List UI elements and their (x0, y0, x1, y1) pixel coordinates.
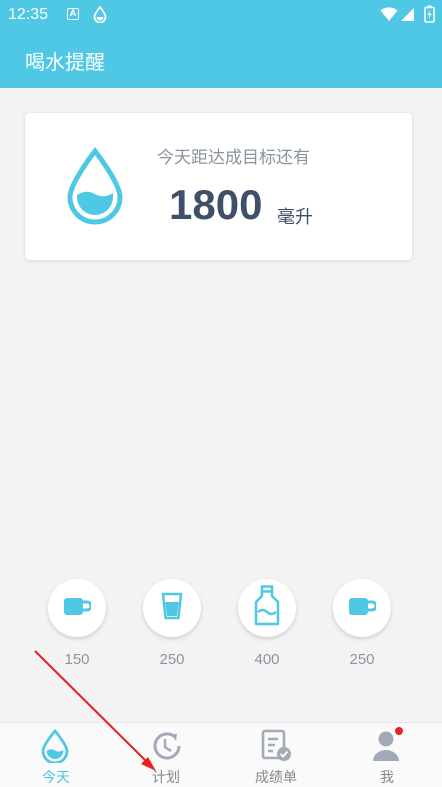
cup-icon (348, 595, 378, 621)
bottom-nav: 今天 计划 成绩单 我 (0, 722, 442, 787)
status-time: 12:35 (8, 6, 49, 23)
bottle-icon (253, 585, 281, 631)
battery-icon (424, 5, 435, 27)
report-icon (260, 729, 294, 767)
water-drop-icon (40, 728, 70, 767)
goal-amount: 1800 (169, 181, 263, 228)
notification-badge (395, 727, 403, 735)
nav-label-me: 我 (380, 770, 394, 786)
cup-icon (63, 595, 93, 621)
cup-250-label: 250 (349, 651, 375, 668)
signal-icon (400, 7, 415, 26)
nav-item-today[interactable]: 今天 (16, 723, 96, 787)
cup-150-button[interactable] (48, 579, 106, 637)
app-bar: 喝水提醒 (0, 30, 442, 88)
app-title: 喝水提醒 (25, 50, 105, 74)
nav-label-report: 成绩单 (255, 770, 297, 786)
goal-unit: 毫升 (277, 207, 313, 228)
glass-250-label: 250 (159, 651, 185, 668)
nav-item-report[interactable]: 成绩单 (236, 723, 316, 787)
history-icon (150, 729, 184, 767)
goal-card: 今天距达成目标还有 1800 毫升 (25, 113, 412, 260)
bottle-400-label: 400 (254, 651, 280, 668)
nav-label-today: 今天 (42, 770, 70, 786)
glass-250-button[interactable] (143, 579, 201, 637)
cup-250-button[interactable] (333, 579, 391, 637)
drop-notification-icon (93, 5, 107, 27)
nav-item-me[interactable]: 我 (347, 723, 427, 787)
wifi-icon (380, 7, 398, 26)
nav-item-plan[interactable]: 计划 (126, 723, 206, 787)
glass-icon (161, 592, 183, 624)
a-notification-icon: A (67, 8, 79, 20)
goal-caption: 今天距达成目标还有 (157, 148, 310, 168)
status-bar: 12:35 A (0, 0, 442, 30)
water-drop-icon (65, 146, 125, 229)
bottle-400-button[interactable] (238, 579, 296, 637)
cup-150-label: 150 (64, 651, 90, 668)
nav-label-plan: 计划 (152, 770, 180, 786)
